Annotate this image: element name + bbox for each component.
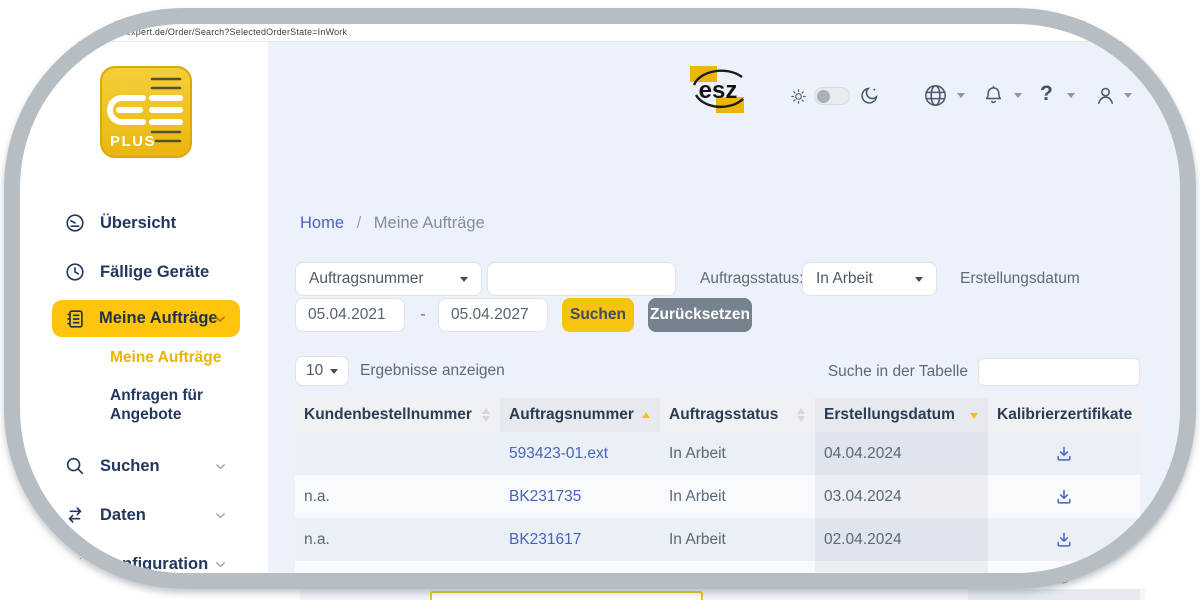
journal-icon [64, 308, 86, 330]
order-link[interactable]: 593423-01.ext [500, 432, 660, 475]
sidebar-item-faellige-geraete[interactable]: Fällige Geräte [64, 259, 228, 285]
sort-icon [970, 411, 978, 419]
browser-url-bar[interactable]: ..sset-expert.de/Order/Search?SelectedOr… [6, 22, 1194, 42]
esz-logo: esz [690, 63, 746, 117]
download-icon[interactable] [1054, 487, 1074, 507]
order-search-input[interactable] [487, 262, 676, 296]
table-header-row: Kundenbestellnummer Auftragsnummer Auftr… [295, 398, 1140, 432]
content-below-frame [300, 589, 1145, 600]
breadcrumb: Home / Meine Aufträge [300, 214, 485, 233]
table-row: 593423-01.ext In Arbeit 04.04.2024 [295, 432, 1140, 475]
page-size-label: Ergebnisse anzeigen [360, 356, 505, 386]
transfer-icon [64, 504, 86, 526]
chevron-down-icon [212, 311, 228, 332]
user-icon[interactable] [1094, 84, 1117, 112]
chevron-down-icon[interactable] [1014, 93, 1022, 98]
app-root: PLUS Übersicht Fällige Geräte [6, 42, 1194, 588]
sidebar-item-label: Übersicht [100, 214, 176, 233]
main-content: esz [268, 42, 1181, 588]
sidebar-item-daten[interactable]: Daten [64, 502, 228, 528]
download-icon[interactable] [1054, 530, 1074, 550]
chevron-down-icon [213, 459, 228, 479]
browser-chrome-bar [6, 10, 1194, 22]
column-header-kalibrierzertifikate[interactable]: Kalibrierzertifikate [988, 398, 1140, 432]
chevron-down-icon [915, 277, 923, 282]
bell-icon[interactable] [982, 84, 1005, 112]
sidebar-item-label: Daten [100, 506, 146, 525]
date-range-separator: - [414, 298, 432, 332]
creation-date-label: Erstellungsdatum [960, 262, 1080, 296]
screenshot-frame: ..sset-expert.de/Order/Search?SelectedOr… [0, 0, 1200, 600]
page-size-select[interactable]: 10 [295, 356, 349, 386]
sidebar-item-meine-auftraege[interactable]: Meine Aufträge [52, 300, 240, 337]
plus-logo-text: PLUS [110, 133, 156, 150]
sidebar: PLUS Übersicht Fällige Geräte [6, 42, 268, 588]
chevron-down-icon [460, 277, 468, 282]
order-link[interactable]: BK231380 [500, 561, 660, 588]
chevron-down-icon [213, 508, 228, 528]
reset-button[interactable]: Zurücksetzen [648, 298, 752, 332]
chevron-down-icon [213, 557, 228, 577]
breadcrumb-home-link[interactable]: Home [300, 214, 344, 232]
search-button[interactable]: Suchen [562, 298, 634, 332]
date-to-input[interactable] [438, 298, 548, 332]
moon-icon [859, 85, 880, 111]
table-search-input[interactable] [978, 358, 1140, 386]
orders-table: Kundenbestellnummer Auftragsnummer Auftr… [295, 398, 1140, 588]
scrollbar[interactable] [1181, 42, 1194, 588]
scrollbar-thumb[interactable] [1184, 48, 1192, 178]
chevron-down-icon[interactable] [1067, 93, 1075, 98]
esz-logo-text: esz [699, 77, 738, 104]
help-icon[interactable]: ? [1040, 82, 1053, 106]
date-from-input[interactable] [295, 298, 405, 332]
column-header-auftragsstatus[interactable]: Auftragsstatus [660, 398, 815, 432]
sidebar-item-label: Fällige Geräte [100, 263, 209, 282]
sort-icon [482, 408, 490, 422]
gear-icon [64, 553, 86, 575]
globe-icon[interactable] [923, 83, 948, 113]
column-header-kundenbestellnummer[interactable]: Kundenbestellnummer [295, 398, 500, 432]
search-icon [64, 455, 86, 477]
breadcrumb-separator: / [357, 214, 362, 232]
table-row: n.a. BK231617 In Arbeit 02.04.2024 [295, 518, 1140, 561]
sun-icon [790, 88, 807, 110]
gauge-icon [64, 212, 86, 234]
order-link[interactable]: BK231617 [500, 518, 660, 561]
browser-window: ..sset-expert.de/Order/Search?SelectedOr… [6, 10, 1194, 588]
theme-toggle[interactable] [814, 87, 850, 105]
status-label: Auftragsstatus: [700, 262, 803, 296]
chevron-down-icon[interactable] [1124, 93, 1132, 98]
sidebar-item-label: Konfiguration [100, 555, 208, 574]
sidebar-item-label: Meine Aufträge [99, 309, 218, 328]
sidebar-item-konfiguration[interactable]: Konfiguration [64, 551, 228, 577]
download-icon[interactable] [1054, 444, 1074, 464]
clock-icon [64, 261, 86, 283]
column-header-auftragsnummer[interactable]: Auftragsnummer [500, 398, 660, 432]
table-search-label: Suche in der Tabelle [808, 358, 968, 386]
chevron-down-icon[interactable] [957, 93, 965, 98]
sort-icon [642, 412, 650, 418]
chevron-down-icon [330, 369, 338, 374]
download-icon[interactable] [1054, 573, 1074, 589]
plus-logo[interactable]: PLUS [100, 66, 192, 158]
url-text: ..sset-expert.de/Order/Search?SelectedOr… [100, 27, 347, 37]
breadcrumb-current: Meine Aufträge [374, 214, 485, 232]
toggle-knob [817, 90, 830, 103]
sort-icon [797, 408, 805, 422]
column-header-erstellungsdatum[interactable]: Erstellungsdatum [815, 398, 988, 432]
table-row: n.a. BK231380 In Arbeit 27.03.2024 [295, 561, 1140, 588]
sidebar-subitem-meine-auftraege[interactable]: Meine Aufträge [110, 348, 236, 367]
order-field-select[interactable]: Auftragsnummer [295, 262, 482, 296]
sidebar-item-label: Suchen [100, 457, 160, 476]
order-status-select[interactable]: In Arbeit [802, 262, 937, 296]
sidebar-item-suchen[interactable]: Suchen [64, 453, 228, 479]
table-row: n.a. BK231735 In Arbeit 03.04.2024 [295, 475, 1140, 518]
order-link[interactable]: BK231735 [500, 475, 660, 518]
sidebar-subitem-anfragen-angebote[interactable]: Anfragen für Angebote [110, 386, 236, 424]
sidebar-item-uebersicht[interactable]: Übersicht [64, 210, 228, 236]
